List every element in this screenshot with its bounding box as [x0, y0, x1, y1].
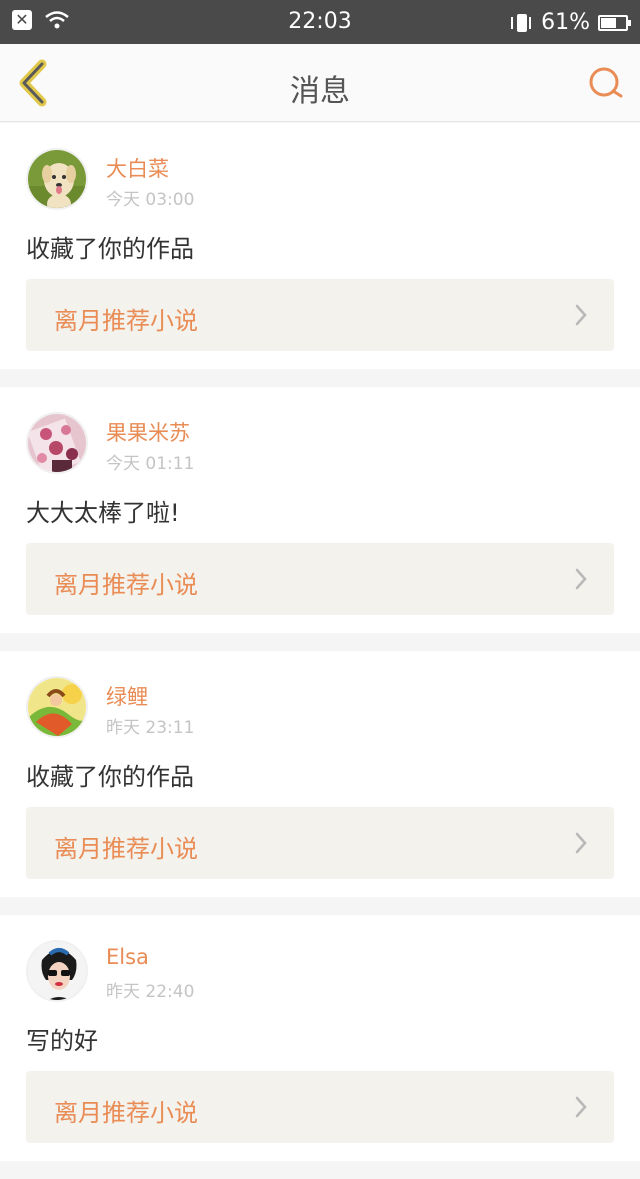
chevron-right-icon: [575, 568, 587, 590]
battery-icon: [598, 14, 631, 31]
username[interactable]: 绿鲤: [106, 681, 148, 711]
chevron-right-icon: [575, 1096, 587, 1118]
nav-header: 消息: [0, 44, 640, 122]
chevron-right-icon: [575, 304, 587, 326]
message-list: 大白菜 今天 03:00 收藏了你的作品 离月推荐小说 果果米苏 今天 01:1…: [0, 123, 640, 1179]
message-text: 收藏了你的作品: [26, 763, 194, 791]
avatar[interactable]: [26, 676, 88, 738]
novel-link-label: 离月推荐小说: [54, 1099, 198, 1127]
novel-link-label: 离月推荐小说: [54, 571, 198, 599]
novel-link[interactable]: 离月推荐小说: [26, 1071, 614, 1143]
battery-fill: [601, 17, 616, 28]
novel-link-label: 离月推荐小说: [54, 307, 198, 335]
vibrate-icon: [511, 13, 532, 32]
novel-link[interactable]: 离月推荐小说: [26, 807, 614, 879]
battery-percent: 61%: [541, 10, 590, 35]
page-title: 消息: [290, 74, 350, 109]
search-button[interactable]: [586, 64, 626, 104]
novel-link[interactable]: 离月推荐小说: [26, 543, 614, 615]
novel-link-label: 离月推荐小说: [54, 835, 198, 863]
message-card: Elsa 昨天 22:40 写的好 离月推荐小说: [0, 915, 640, 1161]
avatar[interactable]: [26, 412, 88, 474]
chevron-right-icon: [575, 832, 587, 854]
novel-link[interactable]: 离月推荐小说: [26, 279, 614, 351]
message-text: 收藏了你的作品: [26, 235, 194, 263]
timestamp: 昨天 23:11: [106, 718, 195, 738]
status-right: 61%: [509, 10, 631, 35]
timestamp: 昨天 22:40: [106, 982, 195, 1002]
message-text: 大大太棒了啦!: [26, 499, 180, 527]
search-icon: [589, 67, 623, 98]
message-text: 写的好: [26, 1027, 98, 1055]
message-card: 绿鲤 昨天 23:11 收藏了你的作品 离月推荐小说: [0, 651, 640, 897]
status-bar: ✕ 22:03 61%: [0, 0, 640, 44]
timestamp: 今天 01:11: [106, 454, 195, 474]
message-card: 果果米苏 今天 01:11 大大太棒了啦! 离月推荐小说: [0, 387, 640, 633]
username[interactable]: Elsa: [106, 945, 149, 969]
username[interactable]: 大白菜: [106, 153, 169, 183]
avatar[interactable]: [26, 940, 88, 1002]
username[interactable]: 果果米苏: [106, 417, 190, 447]
message-card: 大白菜 今天 03:00 收藏了你的作品 离月推荐小说: [0, 123, 640, 369]
avatar[interactable]: [26, 148, 88, 210]
timestamp: 今天 03:00: [106, 190, 195, 210]
